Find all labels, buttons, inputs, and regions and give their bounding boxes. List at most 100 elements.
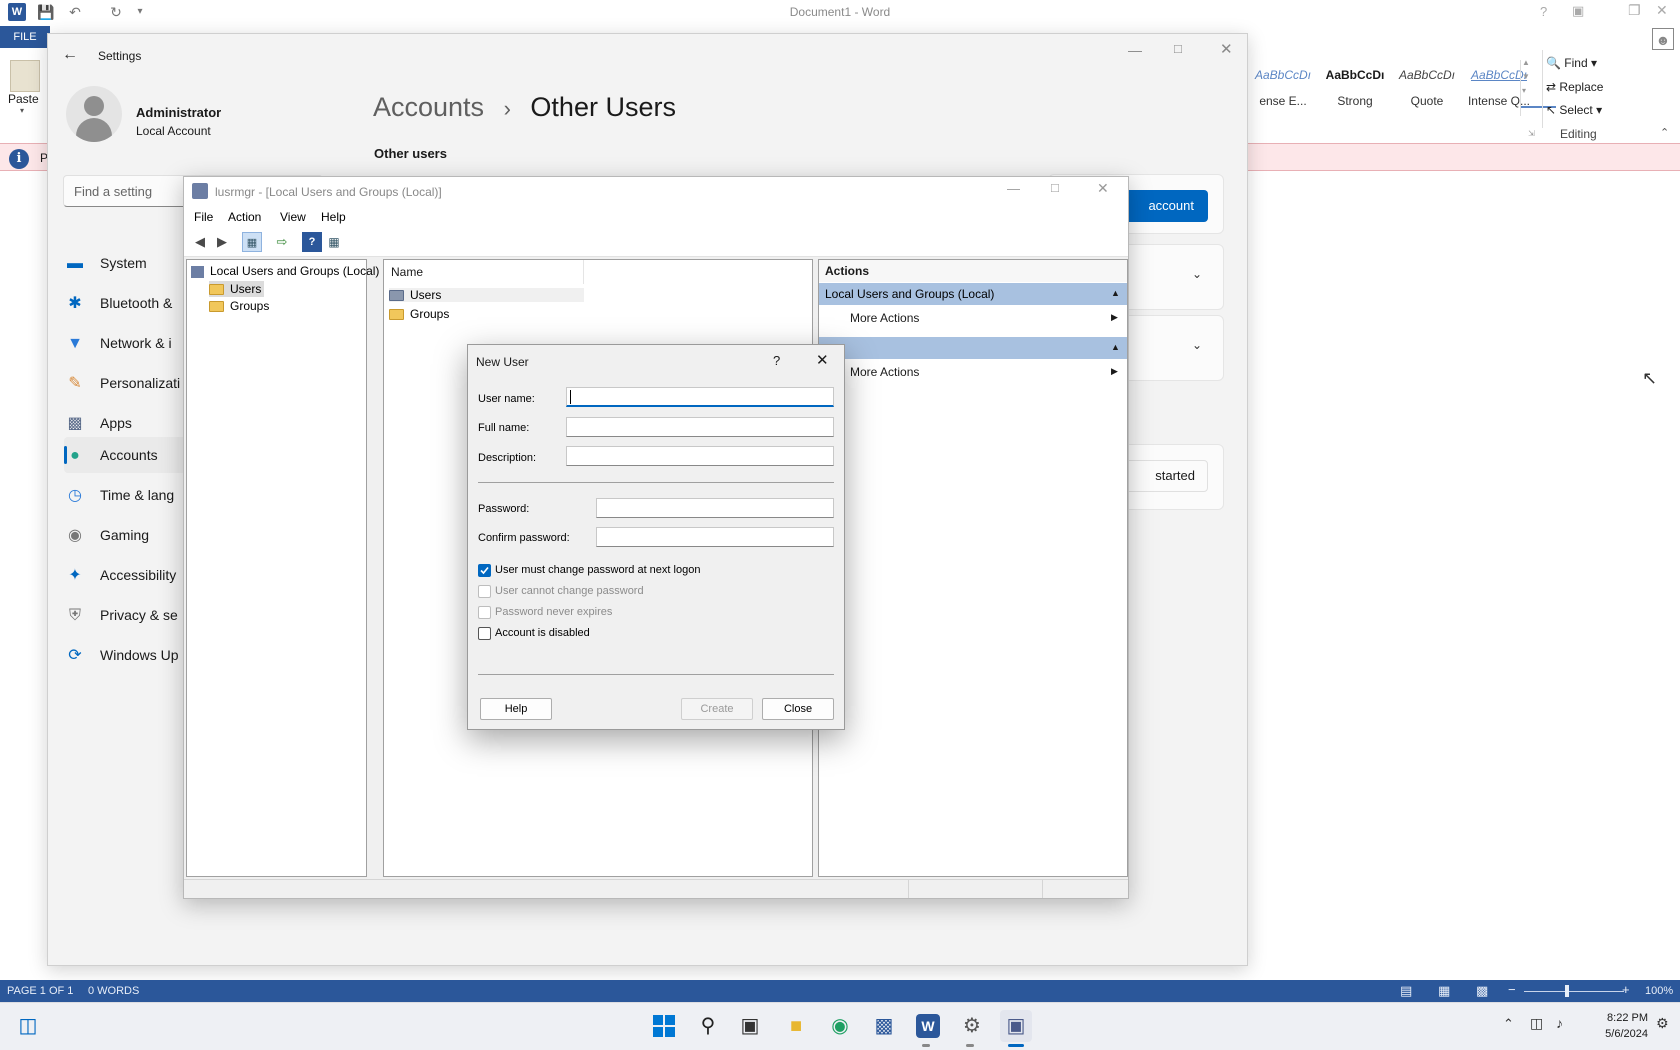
word-count[interactable]: 0 WORDS	[88, 985, 139, 997]
style-preview[interactable]: AaBbCcDı	[1320, 68, 1390, 82]
create-button[interactable]: Create	[681, 698, 753, 720]
more-actions-item[interactable]: More Actions	[850, 311, 919, 325]
dialog-close-icon[interactable]: ✕	[816, 351, 829, 369]
notification-icon[interactable]: ⚙	[1656, 1015, 1669, 1032]
lusrmgr-maximize-icon[interactable]: □	[1051, 180, 1059, 195]
word-status-bar: PAGE 1 OF 1 0 WORDS ▤ ▦ ▩ − + 100%	[0, 980, 1680, 1002]
close-button[interactable]: Close	[762, 698, 834, 720]
widgets-icon[interactable]: ◫	[12, 1010, 44, 1042]
style-name[interactable]: Strong	[1320, 94, 1390, 108]
search-icon[interactable]: ⚲	[692, 1010, 724, 1042]
web-layout-icon[interactable]: ▩	[1476, 983, 1488, 999]
word-titlebar: W 💾 ↶ ↻ ▾ Document1 - Word ? ▣ ❐ ✕	[0, 0, 1680, 26]
zoom-slider-thumb[interactable]	[1565, 985, 1569, 997]
user-name-input[interactable]	[566, 387, 834, 407]
chevron-down-icon[interactable]: ⌄	[1192, 267, 1202, 281]
zoom-slider-track[interactable]	[1524, 991, 1624, 992]
replace-button[interactable]: ⇄ Replace	[1546, 80, 1603, 94]
network-icon[interactable]: ◫	[1530, 1015, 1543, 1032]
find-button[interactable]: 🔍 Find ▾	[1546, 56, 1597, 70]
collapse-ribbon-icon[interactable]: ⌃	[1660, 126, 1669, 139]
confirm-password-input[interactable]	[596, 527, 834, 547]
list-item-groups[interactable]: Groups	[389, 307, 449, 321]
zoom-in-icon[interactable]: +	[1622, 982, 1630, 997]
show-hide-action-pane-icon[interactable]: ▦	[324, 232, 344, 252]
back-arrow-icon[interactable]: ←	[62, 46, 78, 64]
column-header-name[interactable]: Name	[384, 260, 584, 284]
start-button[interactable]	[648, 1010, 680, 1042]
description-input[interactable]	[566, 446, 834, 466]
menu-file[interactable]: File	[194, 210, 213, 224]
actions-title: Actions	[819, 260, 1127, 282]
dialog-help-icon[interactable]: ?	[773, 353, 780, 368]
help-icon[interactable]: ?	[1540, 4, 1547, 19]
lusrmgr-minimize-icon[interactable]: —	[1007, 181, 1020, 196]
must-change-password-label[interactable]: User must change password at next logon	[495, 564, 700, 576]
help-icon[interactable]: ?	[302, 232, 322, 252]
zoom-out-icon[interactable]: −	[1508, 982, 1516, 997]
list-item-users[interactable]: Users	[389, 288, 584, 302]
user-avatar-icon[interactable]: ☻	[1652, 28, 1674, 50]
collapse-icon[interactable]: ▲	[1111, 342, 1120, 352]
style-name[interactable]: Quote	[1392, 94, 1462, 108]
edge-icon[interactable]: ◉	[824, 1010, 856, 1042]
print-layout-icon[interactable]: ▦	[1438, 983, 1450, 999]
collapse-icon[interactable]: ▲	[1111, 288, 1120, 298]
style-name[interactable]: ense E...	[1248, 94, 1318, 108]
must-change-password-checkbox[interactable]	[478, 564, 491, 577]
style-preview[interactable]: AaBbCcDı	[1392, 68, 1462, 82]
paste-label[interactable]: Paste	[8, 92, 39, 106]
account-disabled-label[interactable]: Account is disabled	[495, 627, 590, 639]
clock[interactable]: 8:22 PM 5/6/2024	[1584, 1010, 1648, 1042]
paste-dropdown-icon[interactable]: ▾	[20, 106, 24, 115]
store-icon[interactable]: ▩	[868, 1010, 900, 1042]
tree-root[interactable]: Local Users and Groups (Local)	[191, 264, 379, 278]
lusrmgr-close-icon[interactable]: ✕	[1097, 180, 1109, 197]
select-button[interactable]: ↖ Select ▾	[1546, 103, 1602, 117]
tray-overflow-icon[interactable]: ⌃	[1503, 1016, 1514, 1032]
word-restore-icon[interactable]: ❐	[1628, 2, 1641, 19]
password-input[interactable]	[596, 498, 834, 518]
lusrmgr-taskbar-icon[interactable]: ▣	[1000, 1010, 1032, 1042]
page-count[interactable]: PAGE 1 OF 1	[7, 985, 73, 997]
settings-maximize-icon[interactable]: □	[1174, 41, 1182, 56]
file-tab[interactable]: FILE	[0, 26, 50, 48]
show-hide-tree-icon[interactable]: ▦	[242, 232, 262, 252]
tree-item-users[interactable]: Users	[209, 281, 265, 297]
help-button[interactable]: Help	[480, 698, 552, 720]
more-actions-item[interactable]: More Actions	[850, 365, 919, 379]
task-view-icon[interactable]: ▣	[734, 1010, 766, 1042]
account-disabled-checkbox[interactable]	[478, 627, 491, 640]
forward-icon[interactable]: ▶	[212, 232, 232, 252]
actions-section-header[interactable]: rs	[819, 337, 1127, 359]
read-mode-icon[interactable]: ▤	[1400, 983, 1412, 999]
actions-section-header[interactable]: Local Users and Groups (Local)	[819, 283, 1127, 305]
styles-scroll-icon[interactable]: ▲ ▼ ▾	[1522, 56, 1530, 98]
users-folder-icon	[389, 290, 404, 302]
back-icon[interactable]: ◀	[190, 232, 210, 252]
ribbon-display-icon[interactable]: ▣	[1572, 3, 1584, 19]
paste-icon[interactable]	[10, 60, 40, 92]
breadcrumb-accounts[interactable]: Accounts	[373, 92, 484, 122]
settings-minimize-icon[interactable]: —	[1128, 42, 1142, 58]
dialog-launcher-icon[interactable]: ⇲	[1528, 129, 1535, 138]
word-taskbar-icon[interactable]: W	[916, 1014, 940, 1038]
menu-help[interactable]: Help	[321, 210, 346, 224]
menu-view[interactable]: View	[280, 210, 306, 224]
settings-gear-icon[interactable]: ⚙	[956, 1010, 988, 1042]
file-explorer-icon[interactable]: ■	[780, 1010, 812, 1042]
folder-icon	[209, 301, 224, 313]
style-preview[interactable]: AaBbCcDı	[1248, 68, 1318, 82]
replace-icon: ⇄	[1546, 80, 1557, 94]
chevron-down-icon[interactable]: ⌄	[1192, 338, 1202, 352]
full-name-input[interactable]	[566, 417, 834, 437]
menu-action[interactable]: Action	[228, 210, 261, 224]
tree-item-groups[interactable]: Groups	[209, 299, 269, 313]
password-label: Password:	[478, 503, 530, 515]
cannot-change-password-checkbox	[478, 585, 491, 598]
volume-icon[interactable]: ♪	[1556, 1015, 1563, 1031]
word-close-icon[interactable]: ✕	[1656, 2, 1668, 19]
export-list-icon[interactable]: ⇨	[272, 232, 292, 252]
zoom-level[interactable]: 100%	[1645, 985, 1673, 997]
settings-close-icon[interactable]: ✕	[1220, 40, 1233, 58]
